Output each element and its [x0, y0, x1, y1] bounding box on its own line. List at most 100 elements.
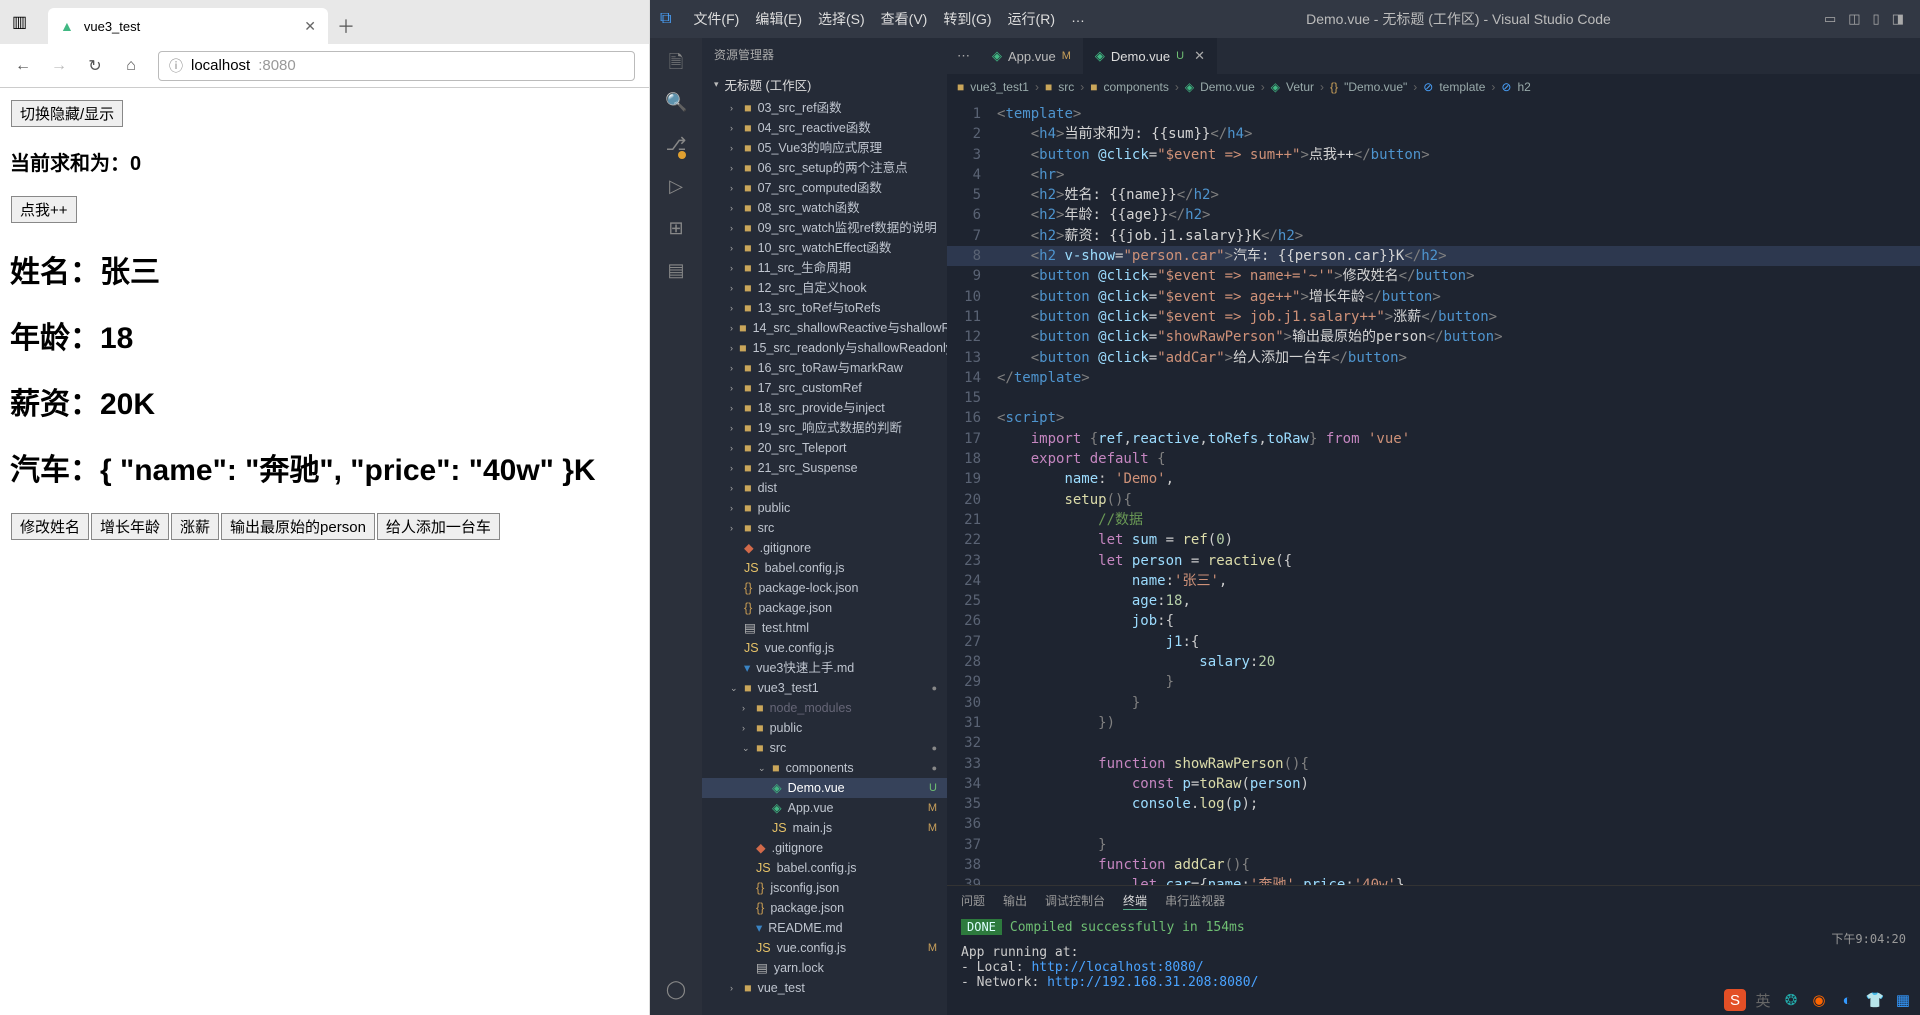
tray-icon[interactable]: ◉ — [1808, 989, 1830, 1011]
tree-row[interactable]: {}package.json — [702, 598, 947, 618]
tree-row[interactable]: ›■21_src_Suspense — [702, 458, 947, 478]
menu-item[interactable]: 转到(G) — [935, 5, 999, 33]
tree-row[interactable]: ›■09_src_watch监视ref数据的说明 — [702, 218, 947, 238]
breadcrumb[interactable]: ■ vue3_test1›■ src›■ components›◈ Demo.v… — [947, 74, 1920, 100]
editor-tab[interactable]: ◈App.vueM — [980, 38, 1083, 74]
tree-row[interactable]: JSvue.config.js — [702, 638, 947, 658]
sidebar-toggle-icon[interactable]: ▥ — [12, 12, 27, 32]
tree-row[interactable]: ›■15_src_readonly与shallowReadonly — [702, 338, 947, 358]
action-button-4[interactable]: 给人添加一台车 — [377, 513, 500, 540]
network-url[interactable]: http://192.168.31.208:8080/ — [1047, 975, 1258, 990]
tray-icon[interactable]: 👕 — [1864, 989, 1886, 1011]
explorer-icon[interactable]: 🗎 — [665, 50, 687, 72]
menu-item[interactable]: 编辑(E) — [747, 5, 810, 33]
url-input[interactable]: ⓘ localhost:8080 — [158, 51, 635, 81]
tree-row[interactable]: ›■10_src_watchEffect函数 — [702, 238, 947, 258]
panel-tab[interactable]: 终端 — [1123, 892, 1147, 910]
back-icon[interactable]: ← — [14, 57, 32, 75]
tray-icon[interactable]: ▦ — [1892, 989, 1914, 1011]
more-icon[interactable]: ⋯ — [947, 48, 980, 64]
tree-row[interactable]: ›■16_src_toRaw与markRaw — [702, 358, 947, 378]
panel-tab[interactable]: 问题 — [961, 892, 985, 910]
ime-label[interactable]: 英 — [1752, 989, 1774, 1011]
tree-row[interactable]: JSmain.jsM — [702, 818, 947, 838]
menu-item[interactable]: 文件(F) — [685, 5, 747, 33]
search-icon[interactable]: 🔍 — [665, 92, 687, 114]
close-icon[interactable]: ✕ — [304, 18, 316, 35]
code-editor[interactable]: 1<template>2 <h4>当前求和为: {{sum}}</h4>3 <b… — [947, 100, 1920, 885]
tree-row[interactable]: ⌄■src● — [702, 738, 947, 758]
tree-row[interactable]: ▤yarn.lock — [702, 958, 947, 978]
tree-row[interactable]: ›■04_src_reactive函数 — [702, 118, 947, 138]
layout-icon[interactable]: ◨ — [1892, 11, 1904, 27]
browser-tab[interactable]: ▲ vue3_test ✕ — [48, 8, 328, 44]
toggle-show-button[interactable]: 切换隐藏/显示 — [11, 100, 123, 127]
tree-row[interactable]: ▾vue3快速上手.md — [702, 658, 947, 678]
ime-icon[interactable]: S — [1724, 989, 1746, 1011]
panel-tab[interactable]: 调试控制台 — [1045, 892, 1105, 910]
tree-row[interactable]: JSbabel.config.js — [702, 858, 947, 878]
tree-row[interactable]: ›■19_src_响应式数据的判断 — [702, 418, 947, 438]
home-icon[interactable]: ⌂ — [122, 57, 140, 75]
tree-row[interactable]: ›■20_src_Teleport — [702, 438, 947, 458]
info-icon[interactable]: ⓘ — [169, 56, 183, 76]
local-url[interactable]: http://localhost:8080/ — [1031, 960, 1203, 975]
forward-icon[interactable]: → — [50, 57, 68, 75]
editor-tab[interactable]: ◈Demo.vueU✕ — [1083, 38, 1217, 74]
tree-row[interactable]: ◆.gitignore — [702, 538, 947, 558]
panel-tab[interactable]: 输出 — [1003, 892, 1027, 910]
tree-row[interactable]: ›■src — [702, 518, 947, 538]
tree-row[interactable]: {}package.json — [702, 898, 947, 918]
action-button-2[interactable]: 涨薪 — [171, 513, 219, 540]
tree-row[interactable]: ›■07_src_computed函数 — [702, 178, 947, 198]
tree-row[interactable]: ›■06_src_setup的两个注意点 — [702, 158, 947, 178]
menu-item[interactable]: 选择(S) — [810, 5, 873, 33]
account-icon[interactable]: ◯ — [665, 979, 687, 1001]
extensions-icon[interactable]: ⊞ — [665, 218, 687, 240]
layout-icon[interactable]: ▯ — [1873, 11, 1880, 27]
tree-row[interactable]: JSbabel.config.js — [702, 558, 947, 578]
tray-icon[interactable]: ❂ — [1780, 989, 1802, 1011]
action-button-3[interactable]: 输出最原始的person — [221, 513, 375, 540]
tree-row[interactable]: ›■public — [702, 718, 947, 738]
tree-row[interactable]: ›■11_src_生命周期 — [702, 258, 947, 278]
tree-row[interactable]: ›■vue_test — [702, 978, 947, 998]
tree-row[interactable]: ›■public — [702, 498, 947, 518]
tree-row[interactable]: ›■05_Vue3的响应式原理 — [702, 138, 947, 158]
explorer-sidebar[interactable]: 资源管理器 无标题 (工作区) ›■03_src_ref函数›■04_src_r… — [702, 38, 947, 1015]
tree-row[interactable]: ›■12_src_自定义hook — [702, 278, 947, 298]
tree-row[interactable]: ⌄■components● — [702, 758, 947, 778]
reload-icon[interactable]: ↻ — [86, 56, 104, 76]
tree-row[interactable]: {}jsconfig.json — [702, 878, 947, 898]
scm-icon[interactable]: ⎇ — [665, 134, 687, 156]
menu-item[interactable]: 运行(R) — [1000, 5, 1063, 33]
debug-icon[interactable]: ▷ — [665, 176, 687, 198]
action-button-1[interactable]: 增长年龄 — [91, 513, 169, 540]
tree-row[interactable]: ▤test.html — [702, 618, 947, 638]
action-button-0[interactable]: 修改姓名 — [11, 513, 89, 540]
tree-row[interactable]: ›■dist — [702, 478, 947, 498]
tree-row[interactable]: ◆.gitignore — [702, 838, 947, 858]
menu-item[interactable]: … — [1063, 5, 1093, 33]
tree-row[interactable]: ›■node_modules — [702, 698, 947, 718]
tree-row[interactable]: ›■14_src_shallowReactive与shallowRef — [702, 318, 947, 338]
remote-icon[interactable]: ▤ — [665, 260, 687, 282]
workspace-label[interactable]: 无标题 (工作区) — [702, 71, 947, 98]
tree-row[interactable]: ◈App.vueM — [702, 798, 947, 818]
increment-button[interactable]: 点我++ — [11, 196, 77, 223]
layout-icon[interactable]: ◫ — [1848, 11, 1860, 27]
tree-row[interactable]: ⌄■vue3_test1● — [702, 678, 947, 698]
tree-row[interactable]: {}package-lock.json — [702, 578, 947, 598]
tree-row[interactable]: ›■03_src_ref函数 — [702, 98, 947, 118]
tree-row[interactable]: ›■18_src_provide与inject — [702, 398, 947, 418]
tree-row[interactable]: ▾README.md — [702, 918, 947, 938]
tree-row[interactable]: ›■13_src_toRef与toRefs — [702, 298, 947, 318]
tree-row[interactable]: ◈Demo.vueU — [702, 778, 947, 798]
tray-icon[interactable]: ◐ — [1836, 989, 1858, 1011]
new-tab-button[interactable]: ＋ — [328, 8, 364, 44]
tree-row[interactable]: ›■08_src_watch函数 — [702, 198, 947, 218]
menu-item[interactable]: 查看(V) — [873, 5, 936, 33]
tree-row[interactable]: ›■17_src_customRef — [702, 378, 947, 398]
tree-row[interactable]: JSvue.config.jsM — [702, 938, 947, 958]
layout-icon[interactable]: ▭ — [1824, 11, 1836, 27]
